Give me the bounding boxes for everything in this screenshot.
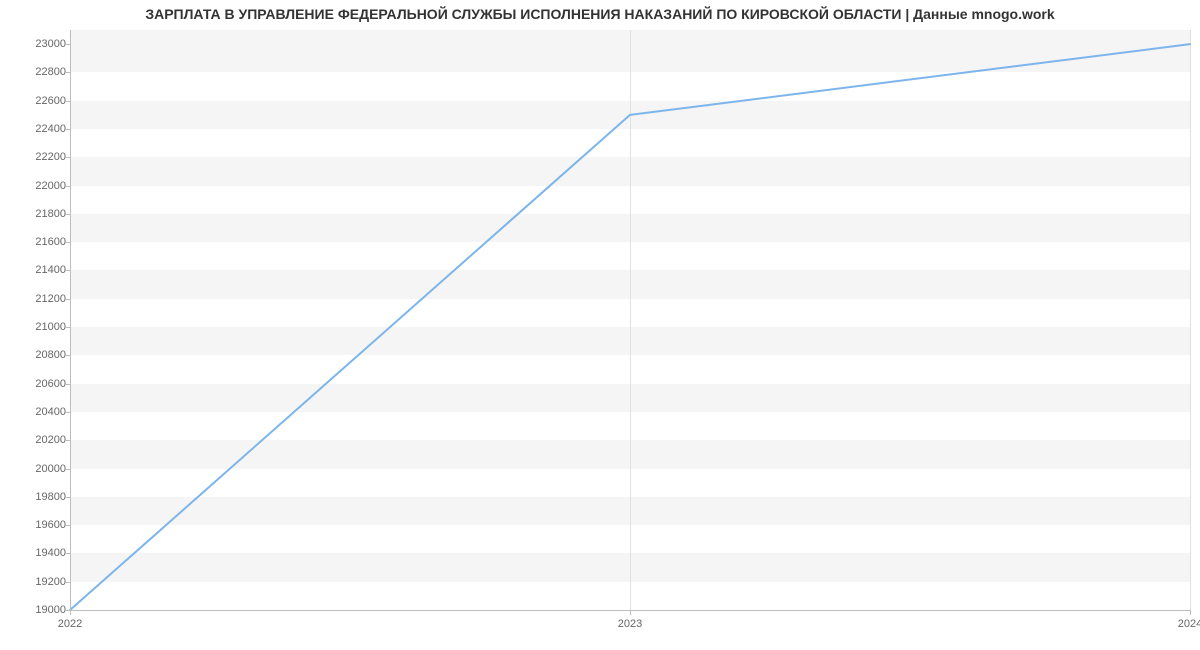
y-tick-label: 19200 [35, 576, 66, 588]
y-tick-label: 20200 [35, 434, 66, 446]
y-tick-label: 19600 [35, 519, 66, 531]
plot-area [70, 30, 1190, 610]
y-tick-mark [65, 497, 70, 498]
x-tick-mark [1190, 610, 1191, 615]
grid-line-vertical [1190, 30, 1191, 610]
y-tick-mark [65, 440, 70, 441]
y-tick-mark [65, 469, 70, 470]
x-tick-mark [70, 610, 71, 615]
y-tick-mark [65, 214, 70, 215]
y-tick-mark [65, 299, 70, 300]
y-tick-label: 19000 [35, 604, 66, 616]
line-series-svg [70, 30, 1190, 610]
y-axis-line [70, 30, 71, 610]
y-tick-mark [65, 72, 70, 73]
y-tick-label: 20800 [35, 349, 66, 361]
y-tick-mark [65, 44, 70, 45]
y-tick-label: 23000 [35, 38, 66, 50]
y-tick-mark [65, 582, 70, 583]
y-tick-label: 22000 [35, 180, 66, 192]
y-tick-label: 21800 [35, 208, 66, 220]
chart-container: ЗАРПЛАТА В УПРАВЛЕНИЕ ФЕДЕРАЛЬНОЙ СЛУЖБЫ… [0, 0, 1200, 650]
y-tick-mark [65, 186, 70, 187]
y-tick-mark [65, 242, 70, 243]
y-tick-mark [65, 129, 70, 130]
y-tick-label: 21000 [35, 321, 66, 333]
y-tick-label: 21200 [35, 293, 66, 305]
y-tick-label: 22400 [35, 123, 66, 135]
y-tick-mark [65, 157, 70, 158]
y-tick-mark [65, 525, 70, 526]
y-tick-mark [65, 384, 70, 385]
y-tick-label: 21400 [35, 264, 66, 276]
y-tick-mark [65, 101, 70, 102]
y-tick-mark [65, 327, 70, 328]
y-tick-label: 21600 [35, 236, 66, 248]
y-tick-label: 22200 [35, 151, 66, 163]
y-tick-mark [65, 412, 70, 413]
y-tick-mark [65, 355, 70, 356]
y-tick-label: 20000 [35, 463, 66, 475]
chart-title: ЗАРПЛАТА В УПРАВЛЕНИЕ ФЕДЕРАЛЬНОЙ СЛУЖБЫ… [0, 6, 1200, 22]
y-tick-label: 20400 [35, 406, 66, 418]
y-tick-label: 19400 [35, 547, 66, 559]
series-line [70, 44, 1190, 610]
y-tick-label: 20600 [35, 378, 66, 390]
x-tick-mark [630, 610, 631, 615]
x-tick-label: 2022 [58, 618, 82, 630]
y-tick-label: 22800 [35, 66, 66, 78]
y-tick-mark [65, 553, 70, 554]
y-tick-mark [65, 270, 70, 271]
y-tick-label: 19800 [35, 491, 66, 503]
y-tick-label: 22600 [35, 95, 66, 107]
x-tick-label: 2023 [618, 618, 642, 630]
x-tick-label: 2024 [1178, 618, 1200, 630]
